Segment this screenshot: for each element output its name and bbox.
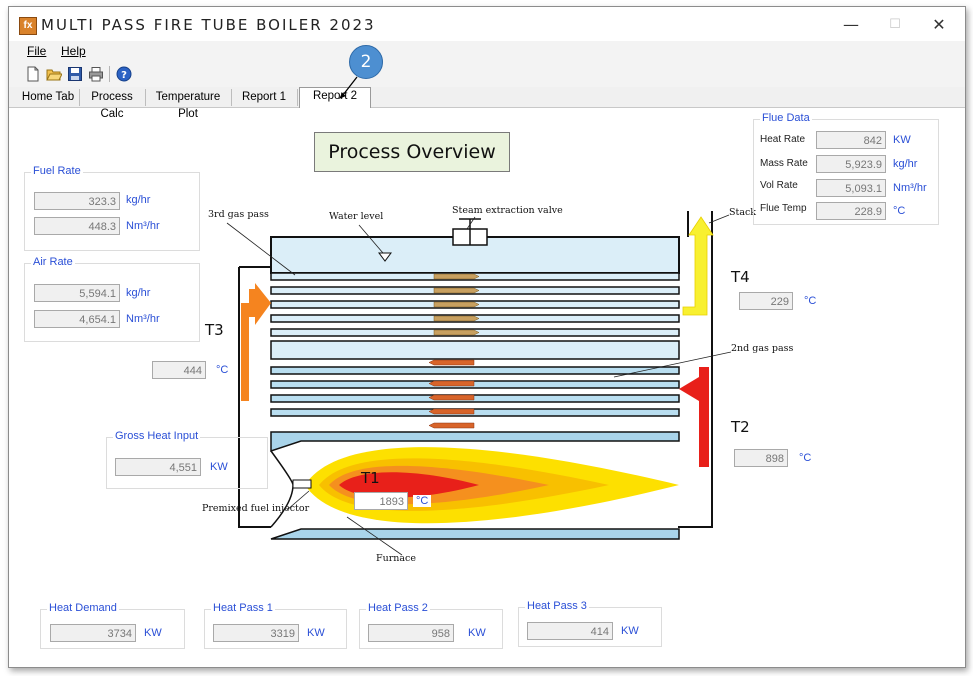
heat-pass-2-label: Heat Pass 2 <box>366 602 430 614</box>
fuel-injector-icon <box>292 479 312 489</box>
minimize-button[interactable]: — <box>831 13 871 37</box>
heat-rate-field[interactable]: 842 <box>816 131 886 149</box>
heat-pass-3-field[interactable]: 414 <box>527 622 613 640</box>
t3-label: T3 <box>205 321 224 339</box>
heat-pass-1-field[interactable]: 3319 <box>213 624 299 642</box>
vol-rate-label: Vol Rate <box>760 180 798 191</box>
air-rate-group: Air Rate 5,594.1 kg/hr 4,654.1 Nm³/hr <box>24 256 200 342</box>
help-icon[interactable]: ? <box>116 66 132 82</box>
heat-pass-3-group: Heat Pass 3 414 KW <box>518 600 662 647</box>
gross-heat-field[interactable]: 4,551 <box>115 458 201 476</box>
gross-heat-unit: KW <box>210 461 228 473</box>
mass-rate-label: Mass Rate <box>760 158 808 169</box>
tab-process-calc[interactable]: Process Calc <box>79 89 146 120</box>
fuel-vol-unit: Nm³/hr <box>126 220 160 232</box>
tab-temperature-plot[interactable]: Temperature Plot <box>145 89 232 120</box>
svg-text:?: ? <box>121 70 127 81</box>
fuel-mass-unit: kg/hr <box>126 194 151 206</box>
flue-data-label: Flue Data <box>760 112 812 124</box>
air-mass-field[interactable]: 5,594.1 <box>34 284 120 302</box>
furnace-label: Furnace <box>376 553 416 564</box>
t4-label: T4 <box>731 268 750 286</box>
fuel-rate-group: Fuel Rate 323.3 kg/hr 448.3 Nm³/hr <box>24 165 200 251</box>
toolbar-separator <box>109 66 110 82</box>
save-icon[interactable] <box>67 66 83 82</box>
t2-unit: °C <box>799 452 812 464</box>
t1-field[interactable]: 1893 <box>354 492 408 510</box>
t2-flow-arrow-icon <box>679 367 709 467</box>
t2-label: T2 <box>731 418 750 436</box>
callout-badge: 2 <box>349 45 383 79</box>
heat-pass-2-group: Heat Pass 2 958 KW <box>359 602 503 649</box>
mass-rate-unit: kg/hr <box>893 158 918 170</box>
new-file-icon[interactable] <box>25 66 41 82</box>
window-title: MULTI PASS FIRE TUBE BOILER 2023 <box>41 16 376 34</box>
app-window: fx MULTI PASS FIRE TUBE BOILER 2023 — ☐ … <box>8 6 966 668</box>
furnace-bottom <box>270 528 680 540</box>
heat-pass-1-label: Heat Pass 1 <box>211 602 275 614</box>
second-pass-tubes <box>270 366 680 417</box>
furnace-top <box>270 431 680 453</box>
air-vol-field[interactable]: 4,654.1 <box>34 310 120 328</box>
menu-bar: File Help <box>9 41 965 61</box>
callout-pointer-icon <box>339 76 358 99</box>
t1-label: T1 <box>361 469 380 487</box>
water-level-label: Water level <box>329 211 383 222</box>
t4-field[interactable]: 229 <box>739 292 793 310</box>
process-overview-title: Process Overview <box>314 132 510 172</box>
heat-pass-1-group: Heat Pass 1 3319 KW <box>204 602 347 649</box>
third-pass-label: 3rd gas pass <box>208 209 269 220</box>
heat-pass-3-label: Heat Pass 3 <box>525 600 589 612</box>
vol-rate-field[interactable]: 5,093.1 <box>816 179 886 197</box>
toolbar: ? <box>9 61 965 88</box>
app-icon: fx <box>19 17 37 35</box>
fuel-vol-field[interactable]: 448.3 <box>34 217 120 235</box>
heat-demand-unit: KW <box>144 627 162 639</box>
menu-help[interactable]: Help <box>61 44 86 58</box>
heat-demand-label: Heat Demand <box>47 602 119 614</box>
heat-pass-2-field[interactable]: 958 <box>368 624 454 642</box>
fuel-rate-label: Fuel Rate <box>31 165 83 177</box>
maximize-button[interactable]: ☐ <box>875 13 915 37</box>
fuel-injector-label: Premixed fuel injector <box>202 503 310 514</box>
tab-home[interactable]: Home Tab <box>17 89 80 106</box>
heat-demand-field[interactable]: 3734 <box>50 624 136 642</box>
steam-valve-icon <box>452 218 488 246</box>
heat-rate-label: Heat Rate <box>760 134 806 145</box>
heat-pass-2-unit: KW <box>468 627 486 639</box>
steam-valve-label: Steam extraction valve <box>452 205 563 216</box>
air-rate-label: Air Rate <box>31 256 75 268</box>
gross-heat-label: Gross Heat Input <box>113 430 201 442</box>
flue-data-group: Flue Data Heat Rate 842 KW Mass Rate 5,9… <box>753 112 939 225</box>
gas-flow-arrows-third-pass <box>433 273 480 336</box>
gross-heat-group: Gross Heat Input 4,551 KW <box>106 430 268 489</box>
heat-rate-unit: KW <box>893 134 911 146</box>
t1-unit: °C <box>413 495 432 507</box>
heat-pass-3-unit: KW <box>621 625 639 637</box>
tab-strip: Home Tab Process Calc Temperature Plot R… <box>9 87 965 120</box>
air-mass-unit: kg/hr <box>126 287 151 299</box>
close-button[interactable]: ✕ <box>919 13 959 37</box>
heat-demand-group: Heat Demand 3734 KW <box>40 602 185 649</box>
print-icon[interactable] <box>88 66 104 82</box>
title-bar[interactable]: fx MULTI PASS FIRE TUBE BOILER 2023 — ☐ … <box>9 7 965 41</box>
t3-flow-arrow-icon <box>241 283 271 401</box>
flue-temp-unit: °C <box>893 205 906 217</box>
t3-unit: °C <box>216 364 229 376</box>
t3-field[interactable]: 444 <box>152 361 206 379</box>
air-vol-unit: Nm³/hr <box>126 313 160 325</box>
t4-unit: °C <box>804 295 817 307</box>
flue-temp-label: Flue Temp <box>760 203 807 214</box>
heat-pass-1-unit: KW <box>307 627 325 639</box>
fuel-mass-field[interactable]: 323.3 <box>34 192 120 210</box>
mass-rate-field[interactable]: 5,923.9 <box>816 155 886 173</box>
vol-rate-unit: Nm³/hr <box>893 182 927 194</box>
flue-temp-field[interactable]: 228.9 <box>816 202 886 220</box>
t2-field[interactable]: 898 <box>734 449 788 467</box>
menu-file[interactable]: File <box>27 44 46 58</box>
open-folder-icon[interactable] <box>46 66 62 82</box>
second-pass-label: 2nd gas pass <box>731 343 794 354</box>
tab-report-1[interactable]: Report 1 <box>231 89 298 106</box>
